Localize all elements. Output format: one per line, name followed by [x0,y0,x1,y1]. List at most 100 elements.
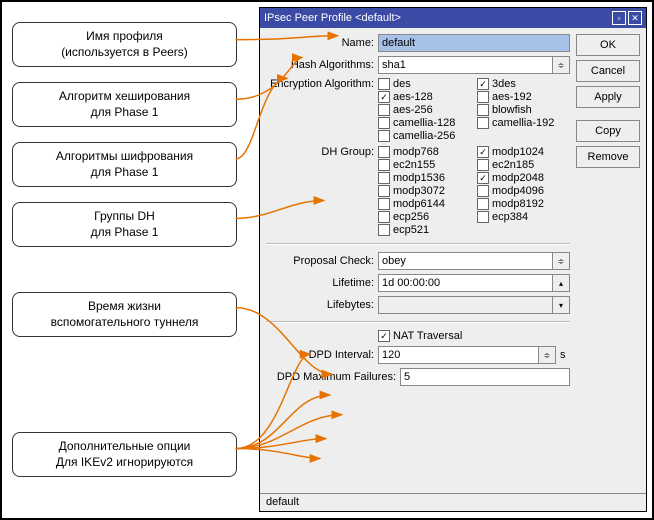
enc-checkbox-camellia-192[interactable]: camellia-192 [477,117,570,129]
checkbox-icon [378,104,390,116]
copy-button[interactable]: Copy [576,120,640,142]
dpd-max-label: DPD Maximum Failures: [266,371,396,383]
dialog-window: IPsec Peer Profile <default> ▫ ✕ Name: H… [259,7,647,512]
enc-checkbox-aes-192[interactable]: aes-192 [477,91,570,103]
checkbox-icon [378,117,390,129]
checkbox-icon [378,224,390,236]
callout-enc: Алгоритмы шифрованиядля Phase 1 [12,142,237,187]
apply-button[interactable]: Apply [576,86,640,108]
checkbox-icon [378,146,390,158]
cancel-button[interactable]: Cancel [576,60,640,82]
dh-checkbox-modp2048[interactable]: ✓modp2048 [477,172,570,184]
checkbox-icon [378,172,390,184]
enc-checkbox-aes-128[interactable]: ✓aes-128 [378,91,471,103]
titlebar: IPsec Peer Profile <default> ▫ ✕ [260,8,646,28]
checkbox-icon: ✓ [378,91,390,103]
checkbox-label: camellia-192 [492,117,554,129]
enc-checkbox-blowfish[interactable]: blowfish [477,104,570,116]
proposal-label: Proposal Check: [266,255,374,267]
checkbox-icon [477,117,489,129]
nat-traversal-checkbox[interactable]: ✓ NAT Traversal [378,330,462,342]
lifetime-input[interactable] [378,274,552,292]
callout-dh: Группы DHдля Phase 1 [12,202,237,247]
dh-checkbox-ecp521[interactable]: ecp521 [378,224,471,236]
checkbox-label: modp4096 [492,185,544,197]
checkbox-icon [477,104,489,116]
checkbox-label: ecp256 [393,211,429,223]
window-title: IPsec Peer Profile <default> [264,12,610,24]
checkbox-label: modp3072 [393,185,445,197]
dh-checkbox-modp6144[interactable]: modp6144 [378,198,471,210]
checkbox-icon: ✓ [477,172,489,184]
callout-lifetime: Время жизнивспомогательного туннеля [12,292,237,337]
checkbox-icon [378,130,390,142]
checkbox-icon [378,159,390,171]
hash-dropdown-icon[interactable]: ≑ [552,56,570,74]
dh-checkbox-modp1536[interactable]: modp1536 [378,172,471,184]
dh-checkbox-ecp384[interactable]: ecp384 [477,211,570,223]
ok-button[interactable]: OK [576,34,640,56]
callout-name: Имя профиля(используется в Peers) [12,22,237,67]
separator-2 [266,321,570,323]
lifebytes-input[interactable] [378,296,552,314]
dh-checkbox-ec2n185[interactable]: ec2n185 [477,159,570,171]
nat-label: NAT Traversal [393,330,462,342]
enc-checkbox-grid: des✓3des✓aes-128aes-192aes-256blowfishca… [378,78,570,142]
checkbox-label: camellia-128 [393,117,455,129]
checkbox-label: aes-192 [492,91,532,103]
dh-checkbox-modp4096[interactable]: modp4096 [477,185,570,197]
checkbox-label: 3des [492,78,516,90]
dpd-interval-input[interactable] [378,346,538,364]
checkbox-label: modp768 [393,146,439,158]
dpd-max-input[interactable] [400,368,570,386]
checkbox-label: modp1024 [492,146,544,158]
checkbox-icon: ✓ [477,78,489,90]
checkbox-icon [477,185,489,197]
proposal-dropdown-icon[interactable]: ≑ [552,252,570,270]
proposal-input[interactable] [378,252,552,270]
checkbox-label: modp6144 [393,198,445,210]
name-input[interactable] [378,34,570,52]
dh-checkbox-ecp256[interactable]: ecp256 [378,211,471,223]
checkbox-icon: ✓ [378,330,390,342]
checkbox-label: ecp521 [393,224,429,236]
dh-checkbox-modp1024[interactable]: ✓modp1024 [477,146,570,158]
enc-checkbox-camellia-128[interactable]: camellia-128 [378,117,471,129]
checkbox-label: des [393,78,411,90]
close-icon[interactable]: ✕ [628,11,642,25]
dpd-interval-label: DPD Interval: [266,349,374,361]
checkbox-label: modp2048 [492,172,544,184]
checkbox-icon [378,211,390,223]
dh-checkbox-modp768[interactable]: modp768 [378,146,471,158]
dh-checkbox-ec2n155[interactable]: ec2n155 [378,159,471,171]
callout-hash: Алгоритм хешированиядля Phase 1 [12,82,237,127]
seconds-unit: s [560,349,570,361]
status-bar: default [260,493,646,511]
checkbox-icon [378,198,390,210]
enc-checkbox-aes-256[interactable]: aes-256 [378,104,471,116]
callout-extra: Дополнительные опцииДля IKEv2 игнорируют… [12,432,237,477]
checkbox-icon [477,211,489,223]
checkbox-label: aes-128 [393,91,433,103]
lifetime-clear-icon[interactable]: ▴ [552,274,570,292]
enc-checkbox-3des[interactable]: ✓3des [477,78,570,90]
lifebytes-label: Lifebytes: [266,299,374,311]
dh-checkbox-grid: modp768✓modp1024ec2n155ec2n185modp1536✓m… [378,146,570,236]
enc-checkbox-des[interactable]: des [378,78,471,90]
remove-button[interactable]: Remove [576,146,640,168]
checkbox-label: aes-256 [393,104,433,116]
checkbox-icon [378,185,390,197]
enc-checkbox-camellia-256[interactable]: camellia-256 [378,130,471,142]
lifebytes-expand-icon[interactable]: ▾ [552,296,570,314]
checkbox-icon: ✓ [477,146,489,158]
checkbox-label: ec2n185 [492,159,534,171]
hash-label: Hash Algorithms: [266,59,374,71]
hash-input[interactable] [378,56,552,74]
checkbox-icon [378,78,390,90]
dh-checkbox-modp3072[interactable]: modp3072 [378,185,471,197]
minimize-icon[interactable]: ▫ [612,11,626,25]
checkbox-label: camellia-256 [393,130,455,142]
name-label: Name: [266,37,374,49]
dh-checkbox-modp8192[interactable]: modp8192 [477,198,570,210]
dpd-interval-dropdown-icon[interactable]: ≑ [538,346,556,364]
